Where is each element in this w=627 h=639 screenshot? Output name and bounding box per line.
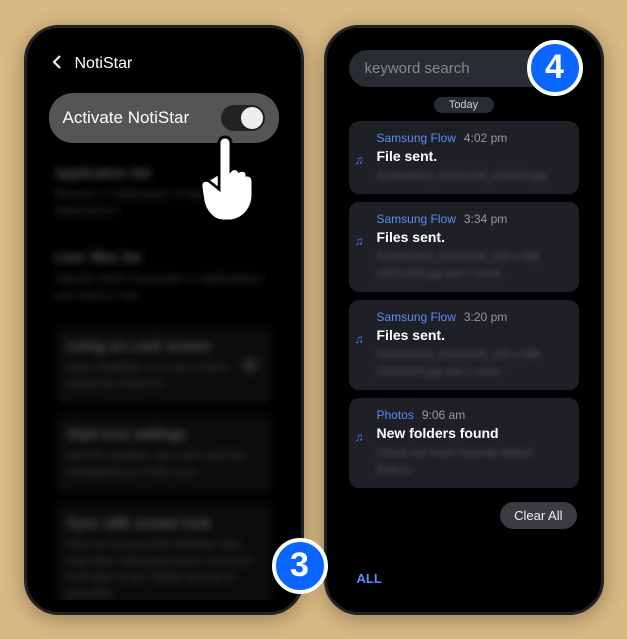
date-label: Today	[434, 97, 494, 113]
setting-title: Using on Lock screen	[67, 338, 241, 355]
setting-subtitle: You can access the NotiStar app only aft…	[67, 536, 261, 600]
notification-app: Samsung Flow	[377, 212, 456, 226]
notification-list: ♫ Samsung Flow 4:02 pm File sent. Screen…	[339, 121, 589, 489]
clear-all-button[interactable]: Clear All	[500, 502, 576, 529]
phone-mockup-notifications: 4 keyword search Today ♫ Samsung Flow 4:…	[324, 25, 604, 615]
page-title: NotiStar	[75, 55, 133, 73]
setting-subtitle: Open NotiStar on Lock screen using the s…	[67, 359, 241, 393]
notification-title: Files sent.	[377, 327, 567, 343]
setting-item-lockscreen[interactable]: Using on Lock screen Open NotiStar on Lo…	[55, 326, 273, 405]
toggle-knob	[241, 107, 263, 129]
music-note-icon: ♫	[355, 234, 364, 248]
notification-time: 4:02 pm	[464, 131, 507, 145]
notification-body-blurred: Screenshot_20211206_155 4 MB 20211206.jp…	[377, 249, 567, 282]
notification-item[interactable]: ♫ Samsung Flow 4:02 pm File sent. Screen…	[349, 121, 579, 195]
music-note-icon: ♫	[355, 332, 364, 346]
notification-app: Samsung Flow	[377, 310, 456, 324]
activate-label: Activate NotiStar	[63, 108, 190, 128]
app-header: NotiStar	[39, 40, 289, 85]
setting-title: User filter list	[55, 249, 273, 266]
notification-item[interactable]: ♫ Samsung Flow 3:20 pm Files sent. Scree…	[349, 300, 579, 390]
notification-app: Photos	[377, 408, 414, 422]
lockscreen-toggle[interactable]	[241, 357, 261, 373]
music-note-icon: ♫	[355, 153, 364, 167]
notification-body-blurred: Screenshot_20211206_155 4 MB 20211206.jp…	[377, 347, 567, 380]
activate-toggle[interactable]	[221, 105, 265, 131]
notification-title: Files sent.	[377, 229, 567, 245]
setting-item[interactable]: Sync with screen lock You can access the…	[55, 503, 273, 600]
notification-title: New folders found	[377, 425, 567, 441]
music-note-icon: ♫	[355, 430, 364, 444]
step-badge-4: 4	[527, 40, 583, 96]
back-icon[interactable]	[51, 54, 63, 75]
screen-notifications: keyword search Today ♫ Samsung Flow 4:02…	[339, 40, 589, 600]
step-badge-3: 3	[272, 538, 328, 594]
notification-body-blurred: Screenshot_20211206_160000.jpg	[377, 168, 567, 185]
notification-title: File sent.	[377, 148, 567, 164]
notification-time: 3:20 pm	[464, 310, 507, 324]
setting-item[interactable]: Start icon settings Set the position, th…	[55, 414, 273, 493]
notification-item[interactable]: ♫ Photos 9:06 am New folders found Check…	[349, 398, 579, 488]
notification-app: Samsung Flow	[377, 131, 456, 145]
notification-time: 3:34 pm	[464, 212, 507, 226]
notification-item[interactable]: ♫ Samsung Flow 3:34 pm Files sent. Scree…	[349, 202, 579, 292]
setting-subtitle: Set the position, the color and the tran…	[67, 447, 261, 481]
phone-mockup-settings: NotiStar Activate NotiStar Application l…	[24, 25, 304, 615]
hand-pointer-icon	[191, 135, 261, 225]
setting-subtitle: Specify which keywords or applications y…	[55, 270, 273, 304]
setting-title: Start icon settings	[67, 426, 261, 443]
screen-settings: NotiStar Activate NotiStar Application l…	[39, 40, 289, 600]
notification-body-blurred: Check out these recently added folders.	[377, 445, 567, 478]
notification-time: 9:06 am	[422, 408, 465, 422]
setting-title: Sync with screen lock	[67, 515, 261, 532]
tab-all[interactable]: ALL	[339, 563, 589, 594]
setting-item[interactable]: User filter list Specify which keywords …	[55, 241, 273, 312]
